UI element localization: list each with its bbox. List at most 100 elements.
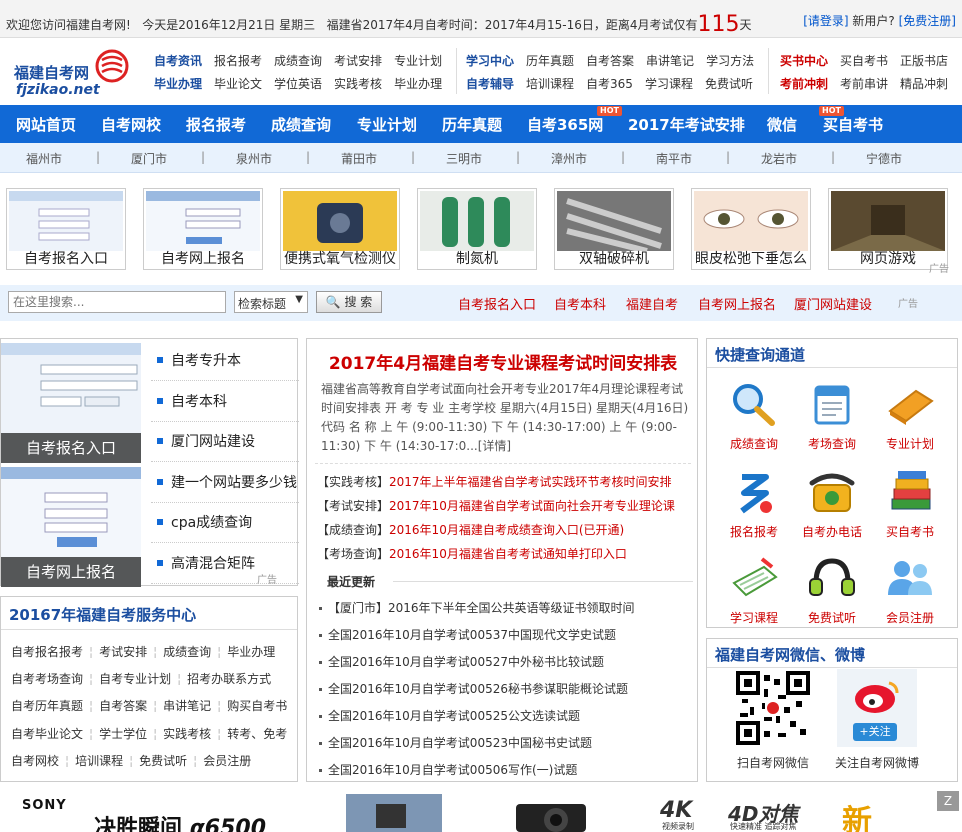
nav-home[interactable]: 网站首页 <box>16 114 76 135</box>
header-link[interactable]: 毕业办理 <box>394 77 442 91</box>
ad-tile[interactable]: 自考报名入口 <box>6 188 126 270</box>
city-link[interactable]: 南平市 <box>656 150 692 167</box>
header-link[interactable]: 学习方法 <box>706 54 754 68</box>
bottom-banner-ad[interactable]: SONY 决胜瞬间 α6500 4K 视频录制 4D对焦 快速精准 追踪对焦 新 <box>0 790 962 832</box>
header-link[interactable]: 历年真题 <box>526 54 574 68</box>
header-category[interactable]: 毕业办理 <box>154 77 202 91</box>
quick-item-books[interactable]: 买自考书 <box>875 467 945 540</box>
service-link[interactable]: 免费试听 <box>139 754 187 768</box>
city-link[interactable]: 厦门市 <box>131 150 167 167</box>
service-link[interactable]: 自考毕业论文 <box>11 727 83 741</box>
search-link[interactable]: 厦门网站建设 <box>794 294 872 313</box>
recent-item[interactable]: 全国2016年10月自学考试00506写作(一)试题 <box>319 761 577 778</box>
nav-online-school[interactable]: 自考网校 <box>101 114 161 135</box>
ad-tile[interactable]: 便携式氧气检测仪 <box>280 188 400 270</box>
weibo-follow[interactable]: +关注 关注自考网微博 <box>827 669 927 771</box>
search-link[interactable]: 自考本科 <box>554 294 606 313</box>
service-link[interactable]: 自考报名报考 <box>11 645 83 659</box>
nav-registration[interactable]: 报名报考 <box>186 114 246 135</box>
service-link[interactable]: 串讲笔记 <box>163 699 211 713</box>
header-link[interactable]: 考前串讲 <box>840 77 888 91</box>
header-link[interactable]: 串讲笔记 <box>646 54 694 68</box>
quick-item-venue[interactable]: 考场查询 <box>797 379 867 452</box>
quick-item-trial[interactable]: 免费试听 <box>797 553 867 626</box>
search-input[interactable] <box>8 291 226 313</box>
ad-text-link[interactable]: 厦门网站建设 <box>151 422 299 462</box>
ad-tile[interactable]: 双轴破碎机 <box>554 188 674 270</box>
recent-item[interactable]: 全国2016年10月自学考试00525公文选读试题 <box>319 707 580 724</box>
header-link[interactable]: 专业计划 <box>394 54 442 68</box>
service-link[interactable]: 购买自考书 <box>227 699 287 713</box>
nav-zikao365[interactable]: 自考365网 HOT <box>527 106 622 135</box>
city-link[interactable]: 漳州市 <box>551 150 587 167</box>
header-link[interactable]: 毕业论文 <box>214 77 262 91</box>
recent-item[interactable]: 【厦门市】2016年下半年全国公共英语等级证书领取时间 <box>319 599 635 616</box>
wechat-qr[interactable]: 扫自考网微信 <box>723 669 823 771</box>
header-link[interactable]: 学位英语 <box>274 77 322 91</box>
recent-item[interactable]: 全国2016年10月自学考试00527中外秘书比较试题 <box>319 653 604 670</box>
header-category[interactable]: 自考辅导 <box>466 77 514 91</box>
search-link[interactable]: 福建自考 <box>626 294 678 313</box>
recent-item[interactable]: 全国2016年10月自学考试00523中国秘书史试题 <box>319 734 592 751</box>
header-link[interactable]: 免费试听 <box>705 77 753 91</box>
ad-picture[interactable]: 自考网上报名 <box>1 467 141 587</box>
search-link[interactable]: 自考网上报名 <box>698 294 776 313</box>
ad-text-link[interactable]: cpa成绩查询 <box>151 503 299 543</box>
register-link[interactable]: [免费注册] <box>899 14 956 28</box>
quick-item-registration[interactable]: 报名报考 <box>719 467 789 540</box>
service-link[interactable]: 会员注册 <box>203 754 251 768</box>
service-link[interactable]: 转考、免考 <box>227 727 287 741</box>
news-item[interactable]: 【成绩查询】2016年10月福建自考成绩查询入口(已开通) <box>317 521 624 538</box>
header-link[interactable]: 考试安排 <box>334 54 382 68</box>
service-link[interactable]: 考试安排 <box>99 645 147 659</box>
city-link[interactable]: 三明市 <box>446 150 482 167</box>
nav-exam-schedule[interactable]: 2017年考试安排 <box>628 114 745 135</box>
service-link[interactable]: 自考答案 <box>99 699 147 713</box>
header-category[interactable]: 学习中心 <box>466 54 514 68</box>
header-link[interactable]: 自考答案 <box>586 54 634 68</box>
city-link[interactable]: 莆田市 <box>341 150 377 167</box>
news-item[interactable]: 【考试安排】2017年10月福建省自学考试面向社会开考专业理论课 <box>317 497 675 514</box>
ad-tile[interactable]: 自考网上报名 <box>143 188 263 270</box>
header-link[interactable]: 精品冲刺 <box>900 77 948 91</box>
header-category[interactable]: 自考资讯 <box>154 54 202 68</box>
quick-item-phone[interactable]: 自考办电话 <box>797 467 867 540</box>
nav-buy-books[interactable]: 买自考书 HOT <box>819 106 883 135</box>
ad-picture[interactable]: 自考报名入口 <box>1 343 141 463</box>
site-logo[interactable]: 福建自考网 fjzikao.net <box>14 44 134 98</box>
ad-text-link[interactable]: 建一个网站要多少钱 <box>151 463 299 503</box>
ad-tile[interactable]: 网页游戏 <box>828 188 948 270</box>
news-item[interactable]: 【实践考核】2017年上半年福建省自学考试实践环节考核时间安排 <box>317 473 672 490</box>
header-category[interactable]: 考前冲刺 <box>780 77 828 91</box>
search-link[interactable]: 自考报名入口 <box>458 294 536 313</box>
header-link[interactable]: 学习课程 <box>645 77 693 91</box>
header-link[interactable]: 正版书店 <box>900 54 948 68</box>
city-link[interactable]: 宁德市 <box>866 150 902 167</box>
service-link[interactable]: 实践考核 <box>163 727 211 741</box>
service-link[interactable]: 学士学位 <box>99 727 147 741</box>
service-link[interactable]: 自考考场查询 <box>11 672 83 686</box>
header-link[interactable]: 报名报考 <box>214 54 262 68</box>
ad-text-link[interactable]: 自考本科 <box>151 382 299 422</box>
news-item[interactable]: 【考场查询】2016年10月福建省自考考试通知单打印入口 <box>317 545 627 562</box>
weibo-follow-button[interactable]: +关注 <box>853 723 897 741</box>
recent-item[interactable]: 全国2016年10月自学考试00537中国现代文学史试题 <box>319 626 616 643</box>
quick-item-plan[interactable]: 专业计划 <box>875 379 945 452</box>
search-button[interactable]: 🔍 搜 索 <box>316 291 382 313</box>
ad-tile[interactable]: 眼皮松弛下垂怎么 <box>691 188 811 270</box>
close-ad-button[interactable]: Z <box>937 791 959 811</box>
header-link[interactable]: 成绩查询 <box>274 54 322 68</box>
service-link[interactable]: 自考历年真题 <box>11 699 83 713</box>
nav-scores[interactable]: 成绩查询 <box>271 114 331 135</box>
headline-title[interactable]: 2017年4月福建自考专业课程考试时间安排表 <box>307 349 699 374</box>
quick-item-member[interactable]: 会员注册 <box>875 553 945 626</box>
city-link[interactable]: 福州市 <box>26 150 62 167</box>
header-link[interactable]: 自考365 <box>586 77 633 91</box>
service-link[interactable]: 自考专业计划 <box>99 672 171 686</box>
header-category[interactable]: 买书中心 <box>780 54 828 68</box>
service-link[interactable]: 培训课程 <box>75 754 123 768</box>
nav-major-plan[interactable]: 专业计划 <box>357 114 417 135</box>
login-link[interactable]: [请登录] <box>803 14 848 28</box>
quick-item-scores[interactable]: 成绩查询 <box>719 379 789 452</box>
header-link[interactable]: 培训课程 <box>526 77 574 91</box>
